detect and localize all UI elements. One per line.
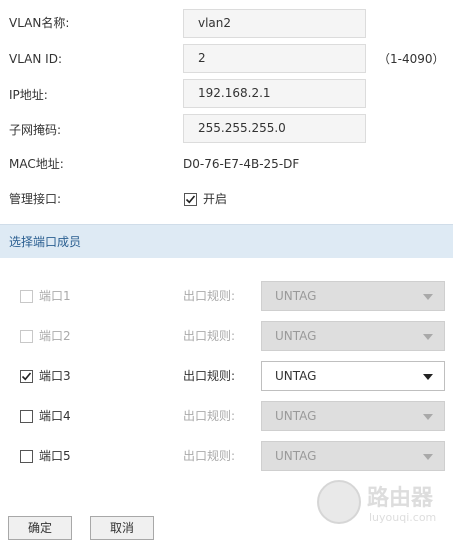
- port-4-egress-rule-value: UNTAG: [275, 409, 317, 423]
- checkmark-icon: [185, 195, 196, 204]
- vlan-id-input[interactable]: 2: [183, 44, 366, 73]
- port-3-checkbox[interactable]: [20, 370, 33, 383]
- subnet-mask-input[interactable]: 255.255.255.0: [183, 114, 366, 143]
- subnet-mask-label: 子网掩码:: [9, 123, 62, 137]
- checkmark-icon: [21, 372, 32, 381]
- port-5-checkbox[interactable]: [20, 450, 33, 463]
- dropdown-arrow-icon: [423, 294, 433, 300]
- ok-button[interactable]: 确定: [8, 516, 72, 540]
- port-members-section-header: 选择端口成员: [0, 224, 453, 258]
- management-enable-label: 开启: [203, 192, 228, 206]
- site-watermark: 路由器 luyouqi.com: [317, 478, 447, 528]
- port-4-label: 端口4: [39, 409, 71, 423]
- port-4-checkbox[interactable]: [20, 410, 33, 423]
- port-1-egress-rule-select[interactable]: UNTAG: [261, 281, 445, 311]
- management-interface-label: 管理接口:: [9, 192, 62, 206]
- port-2-egress-rule-label: 出口规则:: [183, 329, 236, 343]
- port-5-egress-rule-select[interactable]: UNTAG: [261, 441, 445, 471]
- watermark-subtitle: luyouqi.com: [369, 511, 437, 524]
- cancel-button[interactable]: 取消: [90, 516, 154, 540]
- port-2-egress-rule-select[interactable]: UNTAG: [261, 321, 445, 351]
- port-1-egress-rule-value: UNTAG: [275, 289, 317, 303]
- port-3-egress-rule-value: UNTAG: [275, 369, 317, 383]
- port-2-checkbox[interactable]: [20, 330, 33, 343]
- port-1-checkbox[interactable]: [20, 290, 33, 303]
- port-5-label: 端口5: [39, 449, 71, 463]
- vlan-id-range-hint: （1-4090）: [378, 52, 445, 66]
- vlan-name-input[interactable]: vlan2: [183, 9, 366, 38]
- port-3-egress-rule-select[interactable]: UNTAG: [261, 361, 445, 391]
- ip-address-label: IP地址:: [9, 88, 48, 102]
- port-4-egress-rule-label: 出口规则:: [183, 409, 236, 423]
- dropdown-arrow-icon: [423, 374, 433, 380]
- mac-address-label: MAC地址:: [9, 157, 64, 171]
- port-1-egress-rule-label: 出口规则:: [183, 289, 236, 303]
- dropdown-arrow-icon: [423, 414, 433, 420]
- vlan-name-label: VLAN名称:: [9, 16, 70, 30]
- dropdown-arrow-icon: [423, 454, 433, 460]
- ip-address-input[interactable]: 192.168.2.1: [183, 79, 366, 108]
- port-2-egress-rule-value: UNTAG: [275, 329, 317, 343]
- port-5-egress-rule-value: UNTAG: [275, 449, 317, 463]
- section-title: 选择端口成员: [9, 235, 82, 249]
- port-3-egress-rule-label: 出口规则:: [183, 369, 236, 383]
- mac-address-value: D0-76-E7-4B-25-DF: [183, 157, 300, 171]
- vlan-id-label: VLAN ID:: [9, 52, 62, 66]
- management-enable-checkbox[interactable]: [184, 193, 197, 206]
- router-logo-icon: [317, 480, 361, 524]
- port-2-label: 端口2: [39, 329, 71, 343]
- port-5-egress-rule-label: 出口规则:: [183, 449, 236, 463]
- port-3-label: 端口3: [39, 369, 71, 383]
- watermark-title: 路由器: [367, 486, 434, 511]
- dropdown-arrow-icon: [423, 334, 433, 340]
- port-4-egress-rule-select[interactable]: UNTAG: [261, 401, 445, 431]
- port-1-label: 端口1: [39, 289, 71, 303]
